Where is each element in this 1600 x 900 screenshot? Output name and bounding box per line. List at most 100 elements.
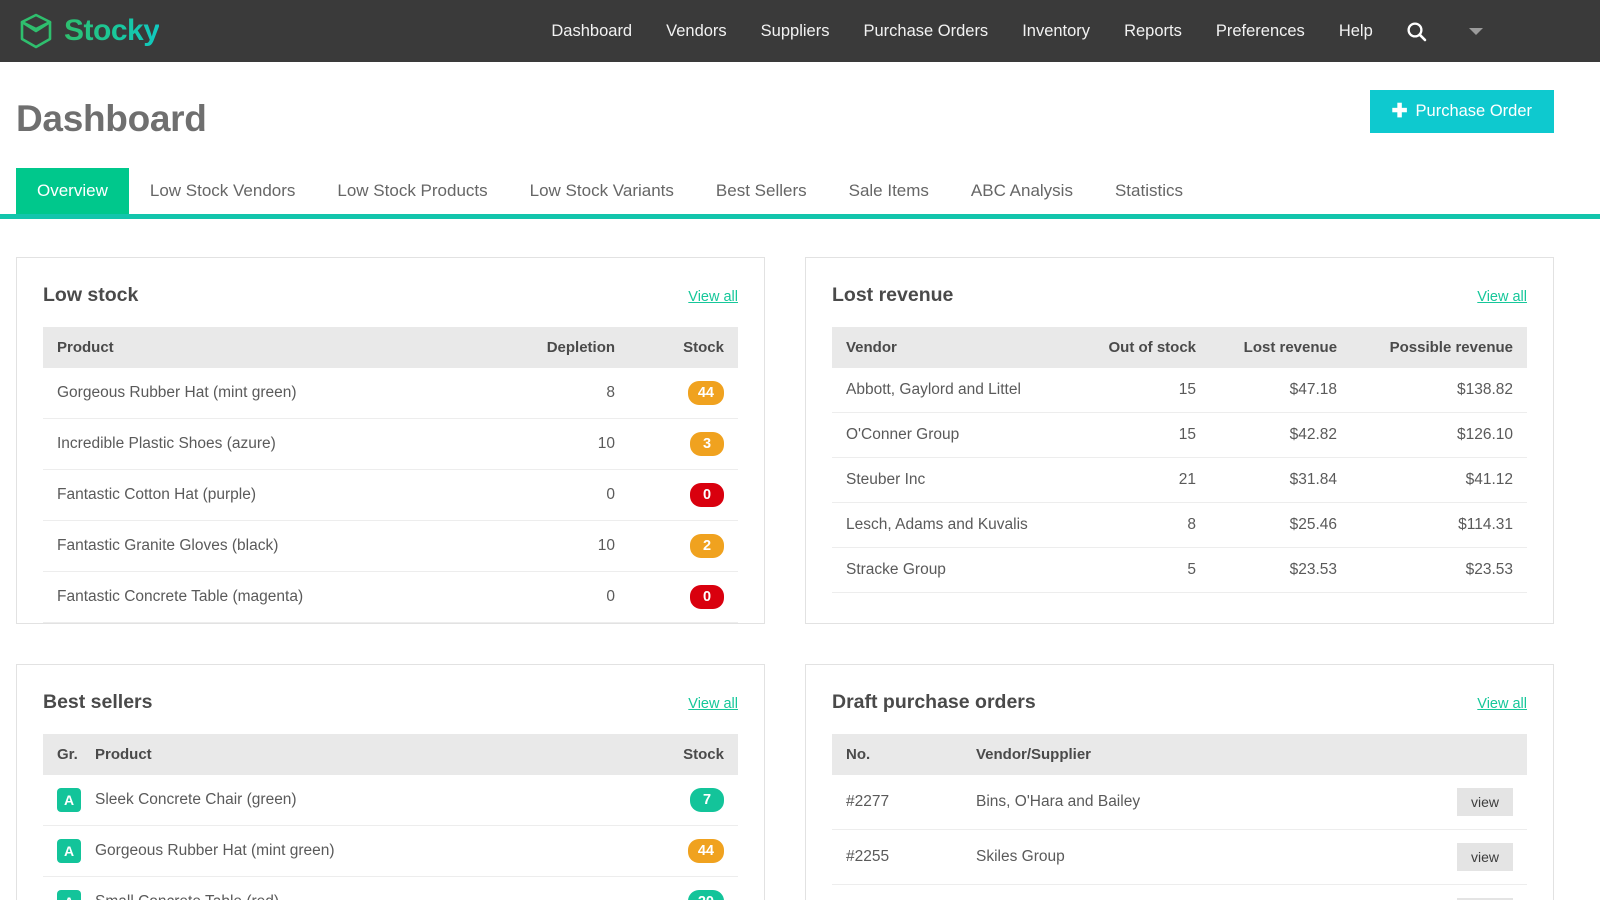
new-purchase-order-button[interactable]: ✚ Purchase Order — [1370, 90, 1554, 133]
cell-vendor: Stracke Group — [832, 548, 1076, 593]
col-product: Product — [43, 327, 477, 368]
table-row[interactable]: Fantastic Concrete Table (magenta) 0 0 — [43, 572, 738, 623]
cell-number: #2252 — [832, 885, 962, 900]
cell-vendor: Abbott, Gaylord and Littel — [832, 368, 1076, 413]
tab-overview[interactable]: Overview — [16, 168, 129, 214]
nav-item-inventory[interactable]: Inventory — [1005, 0, 1107, 62]
table-header-row: Vendor Out of stock Lost revenue Possibl… — [832, 327, 1527, 368]
table-row[interactable]: A Gorgeous Rubber Hat (mint green) 44 — [43, 826, 738, 877]
lost-revenue-view-all-link[interactable]: View all — [1477, 289, 1527, 305]
cell-out-of-stock: 8 — [1076, 503, 1210, 548]
cell-depletion: 0 — [477, 470, 629, 521]
col-product: Product — [81, 734, 658, 775]
grade-badge: A — [57, 839, 81, 863]
draft-purchase-orders-view-all-link[interactable]: View all — [1477, 696, 1527, 712]
cell-stock: 3 — [629, 419, 738, 470]
table-row[interactable]: Abbott, Gaylord and Littel 15 $47.18 $13… — [832, 368, 1527, 413]
draft-purchase-orders-title: Draft purchase orders — [832, 691, 1036, 714]
cell-number: #2277 — [832, 775, 962, 830]
col-stock: Stock — [658, 734, 738, 775]
view-button[interactable]: view — [1457, 843, 1513, 871]
cell-possible-revenue: $126.10 — [1351, 413, 1527, 458]
best-sellers-card-header: Best sellers View all — [43, 691, 738, 734]
nav-item-suppliers[interactable]: Suppliers — [744, 0, 847, 62]
cell-possible-revenue: $114.31 — [1351, 503, 1527, 548]
tab-low-stock-variants[interactable]: Low Stock Variants — [509, 168, 695, 214]
dashboard-grid: Low stock View all Product Depletion Sto… — [0, 219, 1600, 900]
cell-depletion: 0 — [477, 572, 629, 623]
cell-vendor: Steuber Inc — [832, 458, 1076, 503]
grade-badge: A — [57, 788, 81, 812]
cell-lost-revenue: $25.46 — [1210, 503, 1351, 548]
cell-lost-revenue: $42.82 — [1210, 413, 1351, 458]
cube-icon — [14, 9, 58, 53]
search-icon[interactable] — [1390, 21, 1443, 42]
col-lost-revenue: Lost revenue — [1210, 327, 1351, 368]
cell-stock: 7 — [658, 775, 738, 826]
low-stock-view-all-link[interactable]: View all — [688, 289, 738, 305]
new-purchase-order-label: Purchase Order — [1416, 102, 1532, 121]
best-sellers-view-all-link[interactable]: View all — [688, 696, 738, 712]
nav-item-preferences[interactable]: Preferences — [1199, 0, 1322, 62]
lost-revenue-card: Lost revenue View all Vendor Out of stoc… — [805, 257, 1554, 624]
status-badge: 44 — [688, 381, 724, 405]
table-row[interactable]: Steuber Inc 21 $31.84 $41.12 — [832, 458, 1527, 503]
table-row[interactable]: Fantastic Cotton Hat (purple) 0 0 — [43, 470, 738, 521]
cell-vendor: O'Conner Group — [832, 413, 1076, 458]
nav-item-dashboard[interactable]: Dashboard — [534, 0, 649, 62]
cell-possible-revenue: $23.53 — [1351, 548, 1527, 593]
table-row[interactable]: #2252 Olson, Carter and White view — [832, 885, 1527, 900]
tab-statistics[interactable]: Statistics — [1094, 168, 1204, 214]
cell-product: Gorgeous Rubber Hat (mint green) — [43, 368, 477, 419]
table-row[interactable]: Lesch, Adams and Kuvalis 8 $25.46 $114.3… — [832, 503, 1527, 548]
tab-low-stock-vendors[interactable]: Low Stock Vendors — [129, 168, 317, 214]
cell-out-of-stock: 21 — [1076, 458, 1210, 503]
cell-out-of-stock: 5 — [1076, 548, 1210, 593]
low-stock-table: Product Depletion Stock Gorgeous Rubber … — [43, 327, 738, 623]
table-row[interactable]: Gorgeous Rubber Hat (mint green) 8 44 — [43, 368, 738, 419]
brand-logo[interactable]: Stocky — [14, 9, 159, 53]
col-vendor-supplier: Vendor/Supplier — [962, 734, 1437, 775]
cell-vendor-supplier: Bins, O'Hara and Bailey — [962, 775, 1437, 830]
cell-product: Fantastic Cotton Hat (purple) — [43, 470, 477, 521]
nav-item-purchase-orders[interactable]: Purchase Orders — [846, 0, 1005, 62]
low-stock-card-header: Low stock View all — [43, 284, 738, 327]
table-row[interactable]: A Sleek Concrete Chair (green) 7 — [43, 775, 738, 826]
lost-revenue-title: Lost revenue — [832, 284, 953, 307]
cell-possible-revenue: $138.82 — [1351, 368, 1527, 413]
tab-best-sellers[interactable]: Best Sellers — [695, 168, 828, 214]
cell-product: Sleek Concrete Chair (green) — [81, 775, 658, 826]
table-row[interactable]: Incredible Plastic Shoes (azure) 10 3 — [43, 419, 738, 470]
cell-lost-revenue: $31.84 — [1210, 458, 1351, 503]
account-menu-toggle[interactable] — [1443, 28, 1489, 35]
grade-badge: A — [57, 890, 81, 900]
nav-links: Dashboard Vendors Suppliers Purchase Ord… — [534, 0, 1488, 62]
nav-item-help[interactable]: Help — [1322, 0, 1390, 62]
status-badge: 44 — [688, 839, 724, 863]
tab-low-stock-products[interactable]: Low Stock Products — [316, 168, 508, 214]
cell-stock: 20 — [658, 877, 738, 900]
tab-sale-items[interactable]: Sale Items — [828, 168, 950, 214]
tab-abc-analysis[interactable]: ABC Analysis — [950, 168, 1094, 214]
table-row[interactable]: A Small Concrete Table (red) 20 — [43, 877, 738, 900]
col-stock: Stock — [629, 327, 738, 368]
low-stock-card: Low stock View all Product Depletion Sto… — [16, 257, 765, 624]
table-row[interactable]: #2255 Skiles Group view — [832, 830, 1527, 885]
table-row[interactable]: Fantastic Granite Gloves (black) 10 2 — [43, 521, 738, 572]
cell-actions: view — [1437, 830, 1527, 885]
table-row[interactable]: O'Conner Group 15 $42.82 $126.10 — [832, 413, 1527, 458]
table-header-row: No. Vendor/Supplier — [832, 734, 1527, 775]
col-out-of-stock: Out of stock — [1076, 327, 1210, 368]
lost-revenue-card-header: Lost revenue View all — [832, 284, 1527, 327]
cell-out-of-stock: 15 — [1076, 413, 1210, 458]
cell-lost-revenue: $47.18 — [1210, 368, 1351, 413]
nav-item-reports[interactable]: Reports — [1107, 0, 1199, 62]
cell-stock: 0 — [629, 572, 738, 623]
view-button[interactable]: view — [1457, 788, 1513, 816]
tab-bar: Overview Low Stock Vendors Low Stock Pro… — [0, 168, 1600, 219]
table-row[interactable]: Stracke Group 5 $23.53 $23.53 — [832, 548, 1527, 593]
nav-item-vendors[interactable]: Vendors — [649, 0, 744, 62]
table-row[interactable]: #2277 Bins, O'Hara and Bailey view — [832, 775, 1527, 830]
cell-product: Fantastic Granite Gloves (black) — [43, 521, 477, 572]
best-sellers-card: Best sellers View all Gr. Product Stock … — [16, 664, 765, 900]
